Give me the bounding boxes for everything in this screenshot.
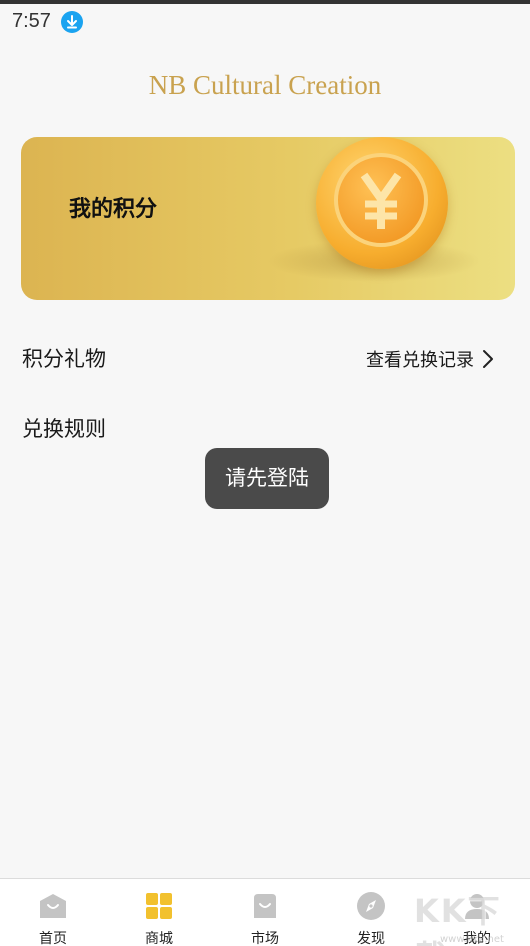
home-bag-icon [40,894,66,918]
exchange-rules-label: 兑换规则 [22,417,106,441]
watermark-url: www.kkx.net [440,934,504,945]
chevron-right-icon [483,350,493,368]
brand-title: NB Cultural Creation [148,70,382,100]
my-points-card[interactable]: 我的积分 [21,137,515,300]
status-time: 7:57 [12,10,51,32]
tab-market-label: 市场 [251,931,279,946]
tab-mall[interactable]: 商城 [106,879,212,946]
yuan-coin-icon [316,137,448,269]
download-icon [61,11,83,33]
tab-home[interactable]: 首页 [0,879,106,946]
compass-icon [357,892,385,920]
tab-discover-label: 发现 [357,931,385,946]
exchange-history-label: 查看兑换记录 [366,350,474,371]
points-gifts-row: 积分礼物 查看兑换记录 [22,343,502,375]
login-required-toast: 请先登陆 [205,448,329,509]
points-card-title: 我的积分 [69,197,158,222]
shopping-bag-icon [254,894,276,918]
exchange-rules-row[interactable]: 兑换规则 [22,413,502,445]
status-bar: 7:57 [0,4,530,40]
tab-home-label: 首页 [39,931,67,946]
tab-market[interactable]: 市场 [212,879,318,946]
points-gifts-label: 积分礼物 [22,347,106,371]
view-exchange-history-link[interactable]: 查看兑换记录 [366,346,494,372]
tab-discover[interactable]: 发现 [318,879,424,946]
tab-mall-label: 商城 [145,931,173,946]
grid-icon [146,893,172,919]
